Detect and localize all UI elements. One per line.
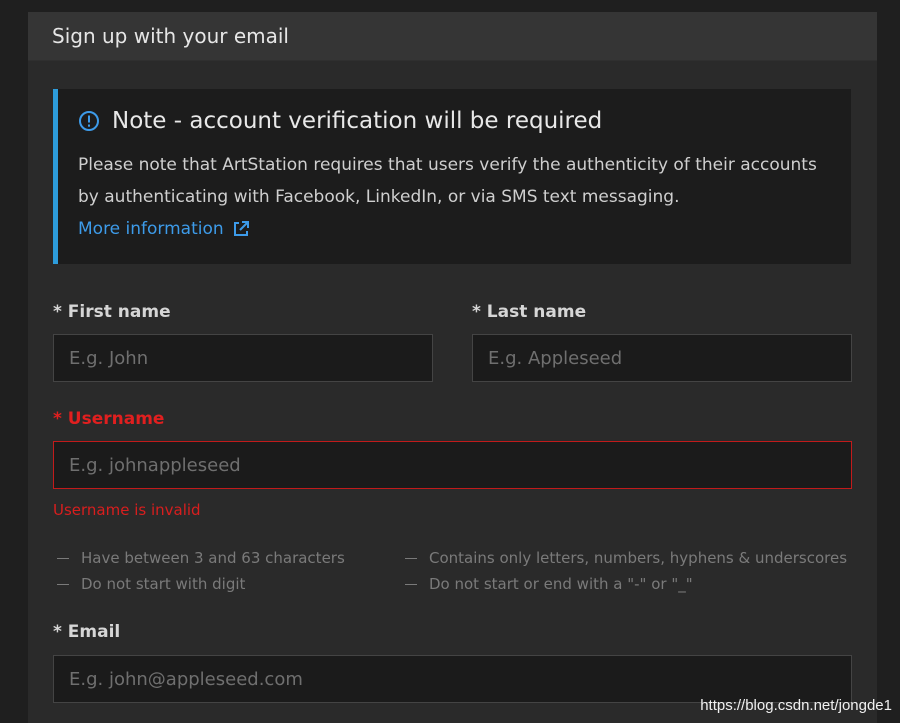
first-name-label: * First name [53, 302, 171, 322]
dash-icon [405, 557, 417, 559]
username-input[interactable]: E.g. johnappleseed [53, 441, 852, 489]
username-placeholder: E.g. johnappleseed [69, 454, 241, 476]
note-title: Note - account verification will be requ… [112, 108, 603, 134]
username-rule-text: Have between 3 and 63 characters [81, 549, 345, 567]
email-label: * Email [53, 622, 121, 642]
dash-icon [57, 557, 69, 559]
panel-header: Sign up with your email [28, 12, 877, 61]
first-name-placeholder: E.g. John [69, 347, 149, 369]
username-rule-text: Do not start or end with a "-" or "_" [429, 575, 693, 593]
email-placeholder: E.g. john@appleseed.com [69, 668, 303, 690]
email-input[interactable]: E.g. john@appleseed.com [53, 655, 852, 703]
username-rule: Do not start with digit [57, 575, 245, 593]
more-information-label: More information [78, 219, 224, 239]
last-name-input[interactable]: E.g. Appleseed [472, 334, 852, 382]
last-name-label: * Last name [472, 302, 587, 322]
verification-note: Note - account verification will be requ… [53, 89, 851, 264]
dash-icon [57, 583, 69, 585]
username-label: * Username [53, 409, 165, 429]
username-rule: Contains only letters, numbers, hyphens … [405, 549, 847, 567]
username-rule: Do not start or end with a "-" or "_" [405, 575, 693, 593]
note-title-row: Note - account verification will be requ… [78, 105, 831, 137]
page: Sign up with your email Note - account v… [0, 0, 900, 723]
more-information-link[interactable]: More information [78, 213, 250, 245]
username-rule-text: Contains only letters, numbers, hyphens … [429, 549, 848, 567]
signup-panel: Sign up with your email Note - account v… [28, 12, 877, 723]
username-error-message: Username is invalid [53, 501, 201, 519]
note-body: Please note that ArtStation requires tha… [78, 155, 817, 207]
last-name-placeholder: E.g. Appleseed [488, 347, 623, 369]
watermark-text: https://blog.csdn.net/jongde1 [700, 697, 892, 714]
external-link-icon [232, 220, 250, 238]
dash-icon [405, 583, 417, 585]
username-rule: Have between 3 and 63 characters [57, 549, 345, 567]
username-rule-text: Do not start with digit [81, 575, 246, 593]
panel-title: Sign up with your email [52, 24, 289, 48]
first-name-input[interactable]: E.g. John [53, 334, 433, 382]
info-circle-icon [78, 110, 100, 132]
